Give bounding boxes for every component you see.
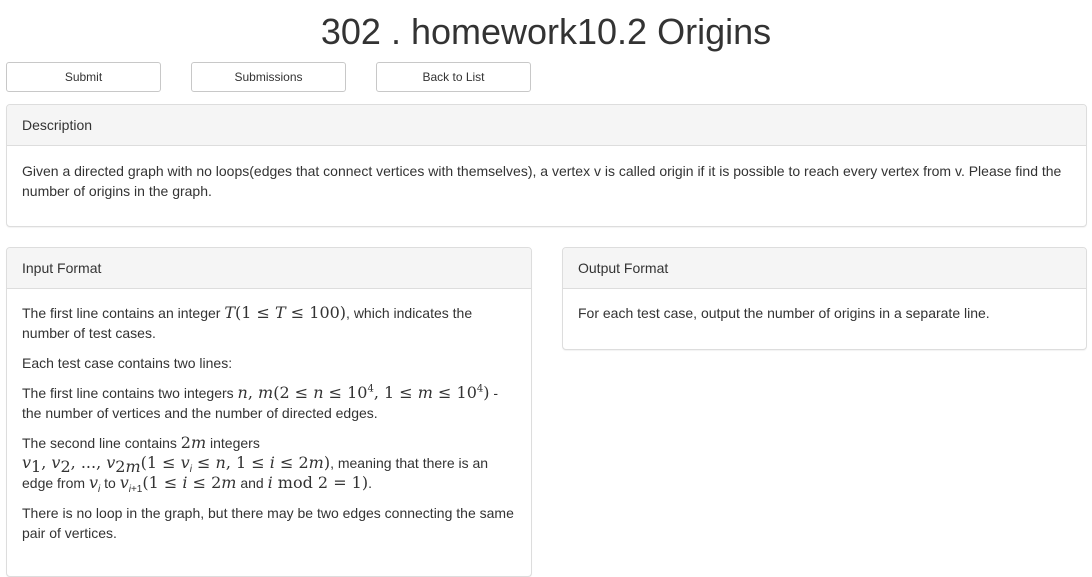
math-T-range: T (224, 303, 236, 322)
output-format-panel: Output Format For each test case, output… (562, 247, 1087, 350)
page-title: 302 . homework10.2 Origins (320, 11, 772, 52)
output-format-heading: Output Format (563, 248, 1086, 289)
submissions-button[interactable]: Submissions (191, 62, 346, 92)
description-text: Given a directed graph with no loops(edg… (22, 163, 1062, 199)
input-line-2: Each test case contains two lines: (22, 355, 233, 371)
input-line-5: There is no loop in the graph, but there… (22, 505, 514, 541)
math-vertex-list: v (22, 453, 32, 472)
description-panel: Description Given a directed graph with … (6, 104, 1087, 227)
description-heading: Description (7, 105, 1086, 146)
input-line-1: The first line contains an integer T(1 ≤… (22, 303, 473, 341)
input-format-panel: Input Format The first line contains an … (6, 247, 532, 577)
submit-button[interactable]: Submit (6, 62, 161, 92)
input-format-heading: Input Format (7, 248, 531, 289)
input-line-3: The first line contains two integers n, … (22, 383, 499, 421)
back-to-list-button[interactable]: Back to List (376, 62, 531, 92)
output-format-text: For each test case, output the number of… (578, 305, 990, 321)
input-line-4: The second line contains 2m integers v1, … (22, 433, 489, 495)
math-nm-range: n (237, 383, 248, 402)
